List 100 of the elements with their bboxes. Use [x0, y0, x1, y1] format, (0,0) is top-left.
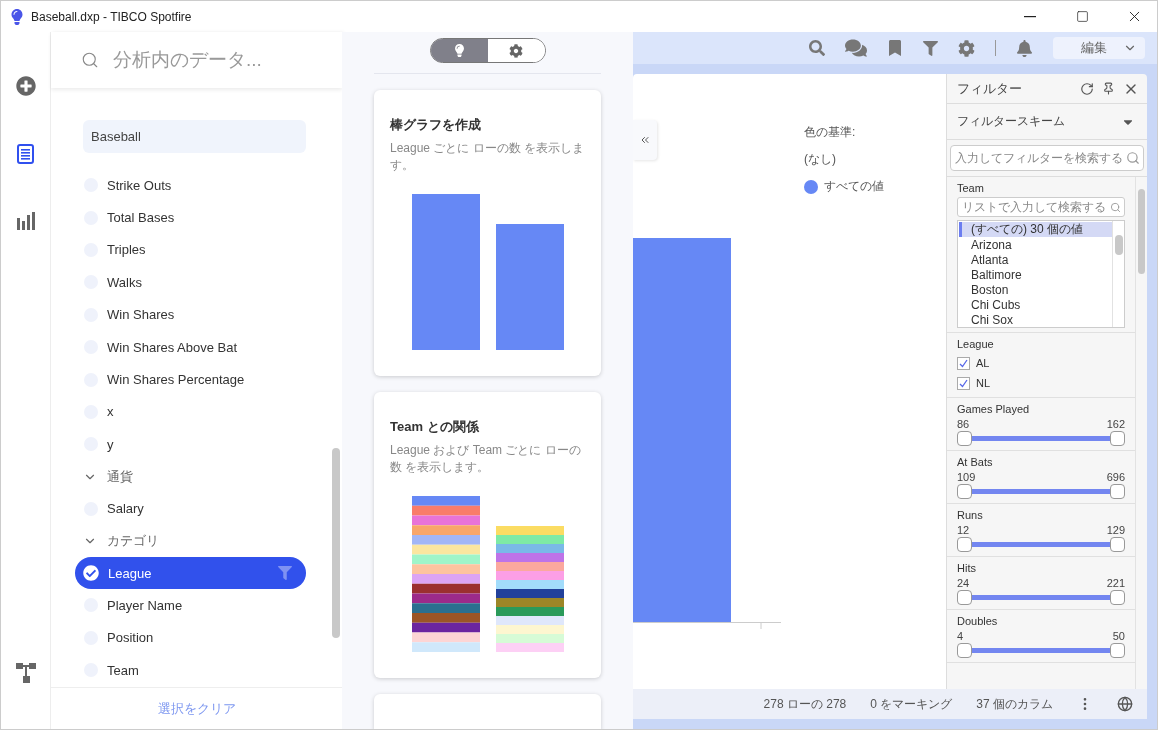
card-title: Team との関係: [390, 418, 480, 436]
range-slider-track[interactable]: [957, 484, 1125, 499]
field-item[interactable]: Strike Outs: [75, 169, 306, 202]
toolbar-button[interactable]: [887, 40, 903, 56]
field-item[interactable]: y: [75, 428, 306, 461]
card-title: 棒グラフを作成: [390, 116, 482, 134]
list-item[interactable]: Atlanta: [959, 252, 1112, 267]
range-slider-track[interactable]: [957, 537, 1125, 552]
view-toggle[interactable]: [429, 38, 546, 63]
bar-segment: [495, 544, 564, 553]
bar-segment: [495, 571, 564, 580]
field-item[interactable]: Team: [75, 654, 306, 687]
range-max: 696: [1106, 471, 1125, 483]
field-item[interactable]: Win Shares Above Bat: [75, 330, 306, 364]
scroll-thumb[interactable]: [332, 448, 340, 638]
bell-icon: [1016, 39, 1033, 57]
search-icon: [809, 40, 825, 56]
scroll-thumb[interactable]: [1114, 235, 1123, 255]
checkbox[interactable]: [957, 356, 970, 370]
list-search-field[interactable]: リストで入力して検索する: [957, 197, 1125, 217]
toolbar-button[interactable]: [923, 40, 938, 56]
field-item[interactable]: Win Shares Percentage: [75, 363, 306, 396]
settings-tab[interactable]: [487, 39, 545, 62]
slider-handle[interactable]: [1110, 590, 1125, 605]
field-item[interactable]: Triples: [75, 233, 306, 267]
range-slider-track[interactable]: [957, 431, 1125, 446]
field-name: Win Shares Percentage: [107, 372, 246, 388]
slider-handle[interactable]: [957, 537, 972, 552]
search-icon: [1110, 201, 1121, 213]
bar-segment: [411, 574, 480, 584]
suggestion-card[interactable]: Team との関係 League および Team ごとに ローの数 を表示します。: [374, 392, 601, 678]
slider-handle[interactable]: [1110, 643, 1125, 658]
bar-segment: [411, 642, 480, 652]
field-item[interactable]: Walks: [75, 266, 306, 299]
recommendations-tab[interactable]: [430, 39, 488, 62]
field-item[interactable]: Win Shares: [75, 298, 306, 331]
range-max: 162: [1106, 418, 1125, 430]
bar-segment: [411, 535, 480, 545]
toolbar-button[interactable]: [958, 39, 975, 57]
field-name: Position: [107, 630, 155, 646]
legend-label: すべての値: [824, 178, 884, 195]
data-source-label[interactable]: Baseball: [83, 120, 306, 153]
bar-segment: [411, 632, 480, 643]
group-header[interactable]: カテゴリ: [75, 524, 306, 557]
suggestion-card[interactable]: 棒グラフを作成 League ごとに ローの数 を表示します。: [374, 90, 601, 376]
list-item[interactable]: Chi Sox: [959, 312, 1112, 327]
field-name: Walks: [107, 274, 143, 290]
list-item[interactable]: Boston: [959, 282, 1112, 297]
bar-segment: [411, 554, 480, 565]
rail-button[interactable]: [16, 212, 35, 230]
window-title: Baseball.dxp - TIBCO Spotfire: [31, 9, 193, 24]
slider-handle[interactable]: [957, 484, 972, 499]
rail-button[interactable]: [15, 76, 36, 96]
slider-handle[interactable]: [957, 590, 972, 605]
settings-icon: [958, 39, 975, 57]
toolbar-button[interactable]: [1016, 39, 1033, 57]
team-list-box[interactable]: (すべての) 30 個の値 Arizona Atlanta Baltimore Boston Chi Cubs Chi Sox: [957, 220, 1125, 328]
range-slider-track[interactable]: [957, 643, 1125, 658]
filter-search-field[interactable]: 入力してフィルターを検索する: [950, 145, 1144, 171]
toolbar-button[interactable]: [809, 40, 825, 56]
reset-button[interactable]: [1080, 81, 1094, 96]
status-text: 37 個のカラム: [976, 695, 1053, 713]
scroll-thumb[interactable]: [1138, 189, 1145, 274]
pin-button[interactable]: [1102, 82, 1115, 95]
pin-icon: [1102, 82, 1115, 95]
bar-segment: [411, 544, 480, 555]
checkbox[interactable]: [957, 376, 970, 390]
range-max: 221: [1106, 577, 1125, 589]
field-item[interactable]: Total Bases: [75, 201, 306, 234]
list-item[interactable]: Arizona: [959, 237, 1112, 252]
field-item[interactable]: Position: [75, 621, 306, 655]
card-description: League および Team ごとに ローの数 を表示します。: [390, 442, 582, 476]
minimize-icon: [1024, 15, 1036, 18]
field-item[interactable]: League: [75, 556, 306, 590]
toolbar-button[interactable]: [845, 37, 867, 59]
slider-handle[interactable]: [1110, 484, 1125, 499]
bar-segment: [495, 616, 564, 625]
list-item[interactable]: (すべての) 30 個の値: [959, 222, 1112, 237]
card-description: League ごとに ローの数 を表示します。: [390, 140, 585, 174]
legend-title: 色の基準:: [804, 124, 857, 141]
field-item[interactable]: Player Name: [75, 589, 306, 622]
slider-handle[interactable]: [1110, 431, 1125, 446]
field-name: Win Shares: [107, 307, 176, 323]
rail-button[interactable]: [15, 663, 36, 683]
slider-handle[interactable]: [957, 431, 972, 446]
slider-handle[interactable]: [1110, 537, 1125, 552]
list-item[interactable]: Baltimore: [959, 267, 1112, 282]
field-item[interactable]: x: [75, 395, 306, 429]
bar-segment: [411, 622, 480, 633]
legend-subtitle: (なし): [804, 151, 837, 168]
lightbulb-icon: [452, 44, 466, 57]
list-item[interactable]: Chi Cubs: [959, 297, 1112, 312]
slider-handle[interactable]: [957, 643, 972, 658]
range-slider-track[interactable]: [957, 590, 1125, 605]
field-item[interactable]: Salary: [75, 492, 306, 525]
edit-menu-dropdown[interactable]: 編集: [1053, 37, 1145, 59]
rail-button[interactable]: [17, 144, 34, 164]
group-header[interactable]: 通貨: [75, 460, 306, 493]
bar-segment: [495, 553, 564, 562]
globe-icon[interactable]: [1117, 696, 1133, 712]
